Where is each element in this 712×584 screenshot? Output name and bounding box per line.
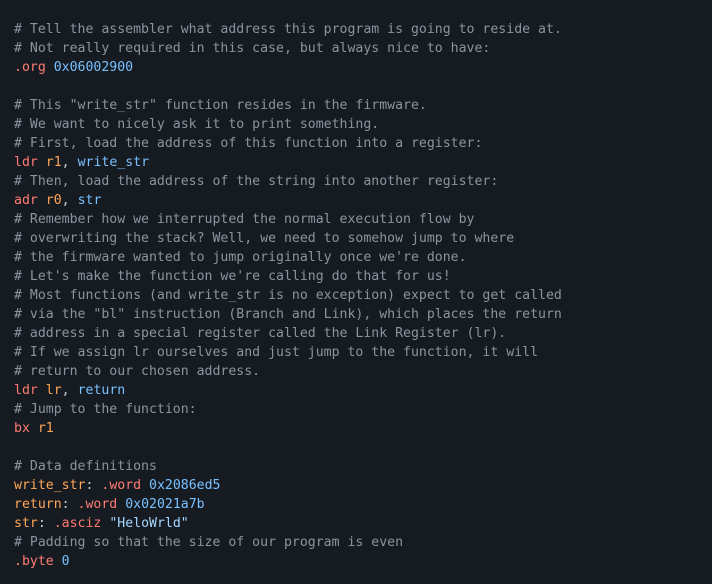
code-block: # Tell the assembler what address this p… xyxy=(14,20,698,571)
punct: : xyxy=(85,478,93,493)
comment: # Then, load the address of the string i… xyxy=(14,174,498,189)
punct: , xyxy=(62,383,70,398)
comment: # Tell the assembler what address this p… xyxy=(14,22,562,37)
comment: # Remember how we interrupted the normal… xyxy=(14,212,475,227)
comment: # Most functions (and write_str is no ex… xyxy=(14,288,562,303)
string: "HeloWrld" xyxy=(109,516,188,531)
label: str xyxy=(14,516,38,531)
directive: .asciz xyxy=(54,516,102,531)
identifier: write_str xyxy=(78,155,149,170)
comment: # We want to nicely ask it to print some… xyxy=(14,117,379,132)
register: r0 xyxy=(46,193,62,208)
directive: .word xyxy=(101,478,141,493)
register: lr xyxy=(46,383,62,398)
number: 0x02021a7b xyxy=(125,497,204,512)
mnemonic: bx xyxy=(14,421,30,436)
mnemonic: ldr xyxy=(14,383,38,398)
directive: .byte xyxy=(14,554,54,569)
mnemonic: ldr xyxy=(14,155,38,170)
identifier: str xyxy=(78,193,102,208)
register: r1 xyxy=(46,155,62,170)
comment: # Padding so that the size of our progra… xyxy=(14,535,403,550)
comment: # address in a special register called t… xyxy=(14,326,506,341)
punct: : xyxy=(38,516,46,531)
comment: # the firmware wanted to jump originally… xyxy=(14,250,467,265)
number: 0 xyxy=(62,554,70,569)
identifier: return xyxy=(78,383,126,398)
punct: : xyxy=(62,497,70,512)
label: write_str xyxy=(14,478,85,493)
comment: # Let's make the function we're calling … xyxy=(14,269,451,284)
directive: .org xyxy=(14,60,46,75)
comment: # If we assign lr ourselves and just jum… xyxy=(14,345,538,360)
comment: # This "write_str" function resides in t… xyxy=(14,98,427,113)
comment: # Jump to the function: xyxy=(14,402,197,417)
number: 0x06002900 xyxy=(54,60,133,75)
comment: # return to our chosen address. xyxy=(14,364,260,379)
punct: , xyxy=(62,193,70,208)
register: r1 xyxy=(38,421,54,436)
comment: # Not really required in this case, but … xyxy=(14,41,490,56)
comment: # overwriting the stack? Well, we need t… xyxy=(14,231,514,246)
label: return xyxy=(14,497,62,512)
comment: # First, load the address of this functi… xyxy=(14,136,482,151)
mnemonic: adr xyxy=(14,193,38,208)
comment: # via the "bl" instruction (Branch and L… xyxy=(14,307,562,322)
directive: .word xyxy=(78,497,118,512)
comment: # Data definitions xyxy=(14,459,157,474)
number: 0x2086ed5 xyxy=(149,478,220,493)
punct: , xyxy=(62,155,70,170)
